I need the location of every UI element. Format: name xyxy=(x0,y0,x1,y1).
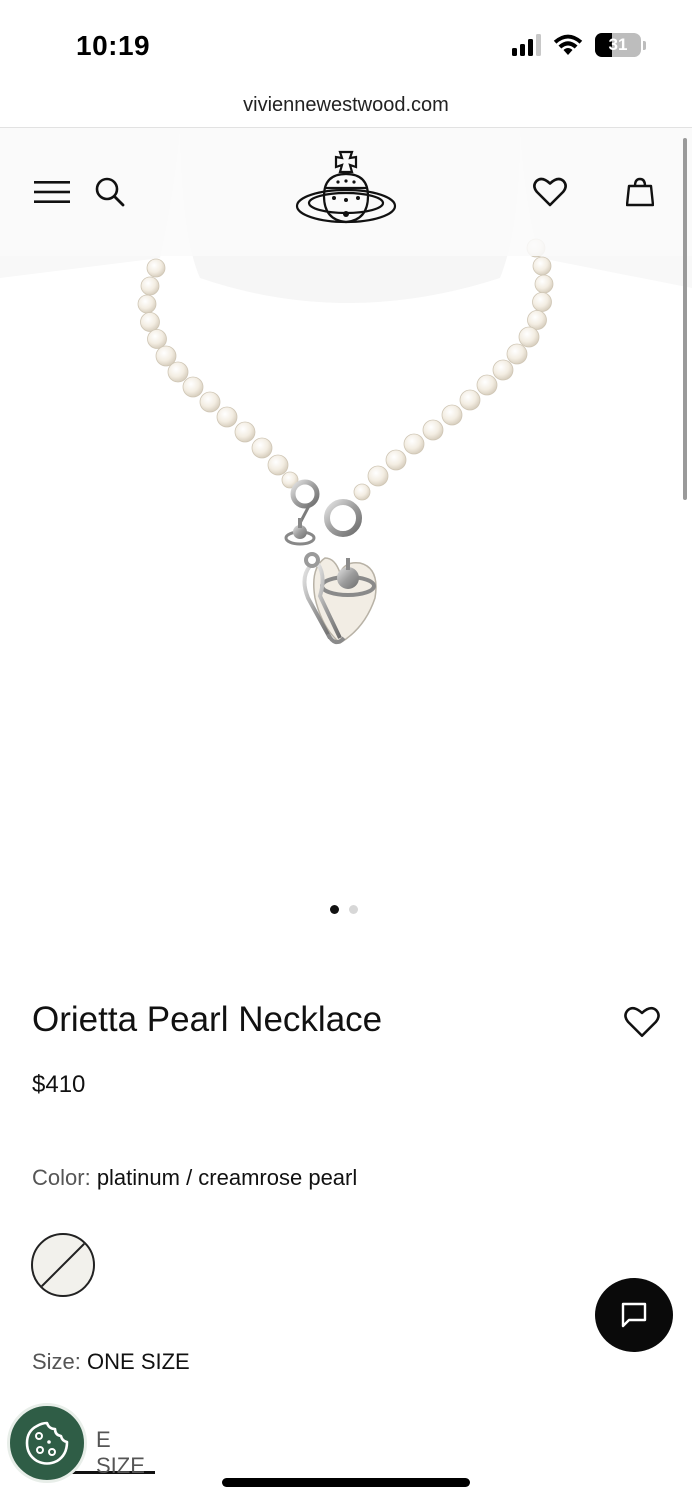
url-text: viviennewestwood.com xyxy=(243,94,449,116)
status-bar: 10:19 31 xyxy=(0,0,692,88)
size-label: Size: xyxy=(32,1349,81,1374)
orb-logo-icon[interactable] xyxy=(294,150,398,232)
gallery-pagination xyxy=(330,905,358,914)
search-icon[interactable] xyxy=(90,172,130,212)
battery-level: 31 xyxy=(608,35,628,54)
battery-icon: 31 xyxy=(595,33,641,57)
site-header xyxy=(0,128,692,256)
size-selection: Size: ONE SIZE xyxy=(32,1349,190,1375)
product-title: Orietta Pearl Necklace xyxy=(32,1000,383,1039)
wifi-icon xyxy=(553,34,583,55)
product-price: $410 xyxy=(32,1071,86,1098)
chat-bubble-icon xyxy=(621,1302,647,1328)
color-swatch[interactable] xyxy=(31,1233,95,1297)
chat-button[interactable] xyxy=(595,1278,673,1352)
cookie-settings-button[interactable] xyxy=(7,1403,87,1483)
gallery-dot[interactable] xyxy=(349,905,358,914)
home-indicator[interactable] xyxy=(222,1478,470,1487)
shopping-bag-icon[interactable] xyxy=(620,172,660,212)
cellular-signal-icon xyxy=(512,34,541,56)
color-selection: Color: platinum / creamrose pearl xyxy=(32,1165,357,1191)
color-value: platinum / creamrose pearl xyxy=(96,1165,358,1190)
status-time: 10:19 xyxy=(76,30,151,61)
size-value: ONE SIZE xyxy=(87,1349,190,1374)
size-option-label: E SIZE xyxy=(96,1427,145,1478)
add-to-wishlist-heart-icon[interactable] xyxy=(624,1006,664,1046)
status-icons: 31 xyxy=(512,33,646,57)
address-bar[interactable]: viviennewestwood.com xyxy=(0,88,692,128)
gallery-dot-active[interactable] xyxy=(330,905,339,914)
cookie-icon xyxy=(25,1421,69,1465)
hamburger-menu-icon[interactable] xyxy=(32,172,72,212)
scrollbar[interactable] xyxy=(683,138,687,500)
heart-icon[interactable] xyxy=(530,172,570,212)
color-label: Color: xyxy=(32,1165,91,1190)
